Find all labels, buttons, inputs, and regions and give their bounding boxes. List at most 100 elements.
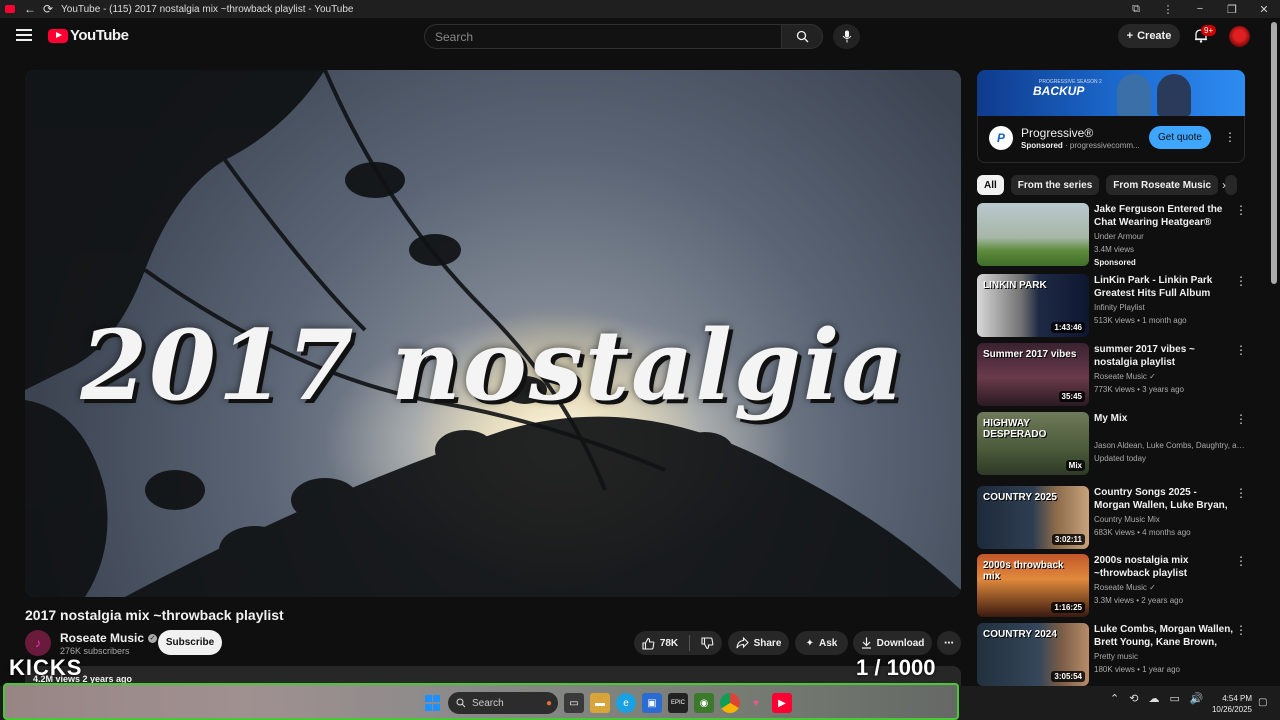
chip-overflow[interactable]	[1225, 175, 1238, 195]
recommendation-thumbnail[interactable]: Summer 2017 vibes 35:45	[977, 343, 1089, 406]
download-label: Download	[876, 637, 925, 649]
channel-name[interactable]: Roseate Music	[60, 631, 144, 645]
more-actions-button[interactable]: ⋯	[937, 631, 961, 655]
recommendation-item[interactable]: COUNTRY 2024 3:05:54 Luke Combs, Morgan Wa…	[977, 623, 1267, 687]
stream-overlay-label: KICKS	[9, 655, 83, 680]
ad-person-right	[1157, 74, 1191, 116]
youtube-play-icon	[48, 28, 68, 43]
recommendation-more-icon[interactable]: ⋮	[1235, 554, 1247, 568]
recommendation-title[interactable]: Luke Combs, Morgan Wallen, Brett Young, …	[1094, 623, 1234, 649]
recommendation-title[interactable]: Jake Ferguson Entered the Chat Wearing H…	[1094, 203, 1234, 229]
recommendation-item[interactable]: Jake Ferguson Entered the Chat Wearing H…	[977, 203, 1267, 267]
clock-date: 10/26/2025	[1211, 705, 1252, 714]
recommendation-title[interactable]: summer 2017 vibes ~ nostalgia playlist	[1094, 343, 1234, 369]
volume-icon[interactable]: 🔊	[1190, 692, 1204, 705]
recommendation-item[interactable]: HIGHWAY DESPERADO Mix My Mix Jason Aldean, …	[977, 412, 1267, 476]
network-icon[interactable]: ▭	[1169, 692, 1179, 705]
recommendation-thumbnail[interactable]: LINKIN PARK 1:43:46	[977, 274, 1089, 337]
edge-browser-icon[interactable]: e	[616, 693, 636, 713]
thumbnail-text: COUNTRY 2024	[983, 629, 1057, 640]
minimize-button[interactable]: −	[1184, 3, 1216, 16]
microsoft-store-icon[interactable]: ▣	[642, 693, 662, 713]
create-label: Create	[1137, 30, 1172, 42]
maximize-button[interactable]: ❐	[1216, 3, 1248, 16]
create-button[interactable]: + Create	[1118, 24, 1180, 48]
recommendation-title[interactable]: LinKin Park - Linkin Park Greatest Hits …	[1094, 274, 1234, 300]
taskbar-search[interactable]: Search ●	[448, 692, 558, 714]
taskbar-clock[interactable]: 4:54 PM 10/26/2025	[1206, 693, 1252, 715]
recommendation-item[interactable]: LINKIN PARK 1:43:46 LinKin Park - Linkin P…	[977, 274, 1267, 338]
recommendation-more-icon[interactable]: ⋮	[1235, 203, 1247, 217]
search-button[interactable]	[781, 24, 823, 49]
chrome-icon[interactable]	[720, 693, 740, 713]
ad-banner-image[interactable]: PROGRESSIVE SEASON 2 BACKUP	[977, 70, 1245, 116]
more-options-icon[interactable]: ⋮	[1152, 3, 1184, 16]
chip-from-roseate-music[interactable]: From Roseate Music	[1106, 175, 1219, 195]
menu-icon[interactable]	[16, 29, 32, 41]
recommendation-meta: 3.3M views • 2 years ago	[1094, 596, 1184, 605]
back-icon[interactable]: ←	[21, 0, 39, 18]
scrollbar[interactable]	[1271, 22, 1277, 284]
reload-icon[interactable]: ⟳	[39, 0, 57, 18]
sync-icon[interactable]: ⟲	[1129, 692, 1138, 705]
chip-from-the-series[interactable]: From the series	[1010, 175, 1100, 195]
recommendation-meta: Updated today	[1094, 454, 1147, 463]
recommendation-title[interactable]: Country Songs 2025 - Morgan Wallen, Luke…	[1094, 486, 1234, 512]
file-explorer-icon[interactable]: ▬	[590, 693, 610, 713]
ad-card[interactable]: P Progressive® Sponsored · progressiveco…	[977, 116, 1245, 163]
recommendation-more-icon[interactable]: ⋮	[1235, 274, 1247, 288]
notification-center-icon[interactable]: ▢	[1258, 697, 1267, 708]
ad-advertiser-name[interactable]: Progressive®	[1021, 126, 1093, 140]
like-count[interactable]: 78K	[660, 638, 678, 649]
chevron-up-icon[interactable]: ⌃	[1110, 692, 1119, 705]
windows-start-icon[interactable]	[422, 693, 442, 713]
recommendation-thumbnail[interactable]: 2000s throwback mix 1:16:25	[977, 554, 1089, 617]
channel-name-row[interactable]: Roseate Music ✓	[60, 631, 158, 645]
nvidia-icon[interactable]: ◉	[694, 693, 714, 713]
ad-more-icon[interactable]: ⋮	[1224, 130, 1236, 144]
recommendation-item[interactable]: 2000s throwback mix 1:16:25 2000s nostalgi…	[977, 554, 1267, 618]
cloud-icon[interactable]: ☁	[1148, 692, 1159, 705]
search-input[interactable]: Search	[424, 24, 782, 49]
recommendation-item[interactable]: Summer 2017 vibes 35:45 summer 2017 vibes …	[977, 343, 1267, 407]
task-view-icon[interactable]: ▭	[564, 693, 584, 713]
recommendation-thumbnail[interactable]: COUNTRY 2025 3:02:11	[977, 486, 1089, 549]
recommendation-item[interactable]: COUNTRY 2025 3:02:11 Country Songs 2025 - …	[977, 486, 1267, 550]
recommendation-more-icon[interactable]: ⋮	[1235, 486, 1247, 500]
recommendation-title[interactable]: My Mix	[1094, 412, 1234, 425]
recommendation-thumbnail[interactable]	[977, 203, 1089, 266]
video-player[interactable]: 2017 nostalgia	[25, 70, 961, 597]
youtube-header: YouTube Search + Create 9+	[0, 18, 1280, 56]
channel-avatar[interactable]: ♪	[25, 630, 51, 656]
account-avatar[interactable]	[1229, 26, 1250, 47]
ad-sponsored-label: Sponsored	[1021, 141, 1063, 150]
window-titlebar: ← ⟳ YouTube - (115) 2017 nostalgia mix ~…	[0, 0, 1280, 18]
thumbs-down-icon[interactable]	[701, 636, 714, 650]
thumbs-up-icon[interactable]	[642, 637, 655, 650]
chip-all[interactable]: All	[977, 175, 1004, 195]
recommendation-thumbnail[interactable]: COUNTRY 2024 3:05:54	[977, 623, 1089, 686]
chevron-right-icon[interactable]: ›	[1222, 178, 1226, 192]
duration-badge: 3:05:54	[1051, 671, 1085, 682]
youtube-logo[interactable]: YouTube	[48, 27, 129, 44]
recommendation-title[interactable]: 2000s nostalgia mix ~throwback playlist	[1094, 554, 1234, 580]
recommendation-more-icon[interactable]: ⋮	[1235, 412, 1247, 426]
subscribe-button[interactable]: Subscribe	[158, 630, 222, 655]
download-button[interactable]: Download	[853, 631, 932, 655]
microphone-icon	[842, 30, 851, 43]
ask-button[interactable]: ✦ Ask	[795, 631, 848, 655]
extensions-icon[interactable]: ⧉	[1120, 3, 1152, 16]
youtube-taskbar-icon[interactable]: ▶	[772, 693, 792, 713]
pinned-app-icon[interactable]: ♥	[746, 693, 766, 713]
recommendation-more-icon[interactable]: ⋮	[1235, 623, 1247, 637]
ad-domain: · progressivecomm...	[1062, 141, 1140, 150]
recommendation-channel: Roseate Music ✓	[1094, 372, 1156, 381]
recommendation-more-icon[interactable]: ⋮	[1235, 343, 1247, 357]
close-button[interactable]: ✕	[1248, 3, 1280, 16]
get-quote-button[interactable]: Get quote	[1149, 126, 1211, 149]
recommendation-thumbnail[interactable]: HIGHWAY DESPERADO Mix	[977, 412, 1089, 475]
ad-meta: Sponsored · progressivecomm...	[1021, 141, 1140, 150]
share-button[interactable]: Share	[728, 631, 789, 655]
epic-games-icon[interactable]: EPIC	[668, 693, 688, 713]
voice-search-button[interactable]	[833, 24, 860, 49]
